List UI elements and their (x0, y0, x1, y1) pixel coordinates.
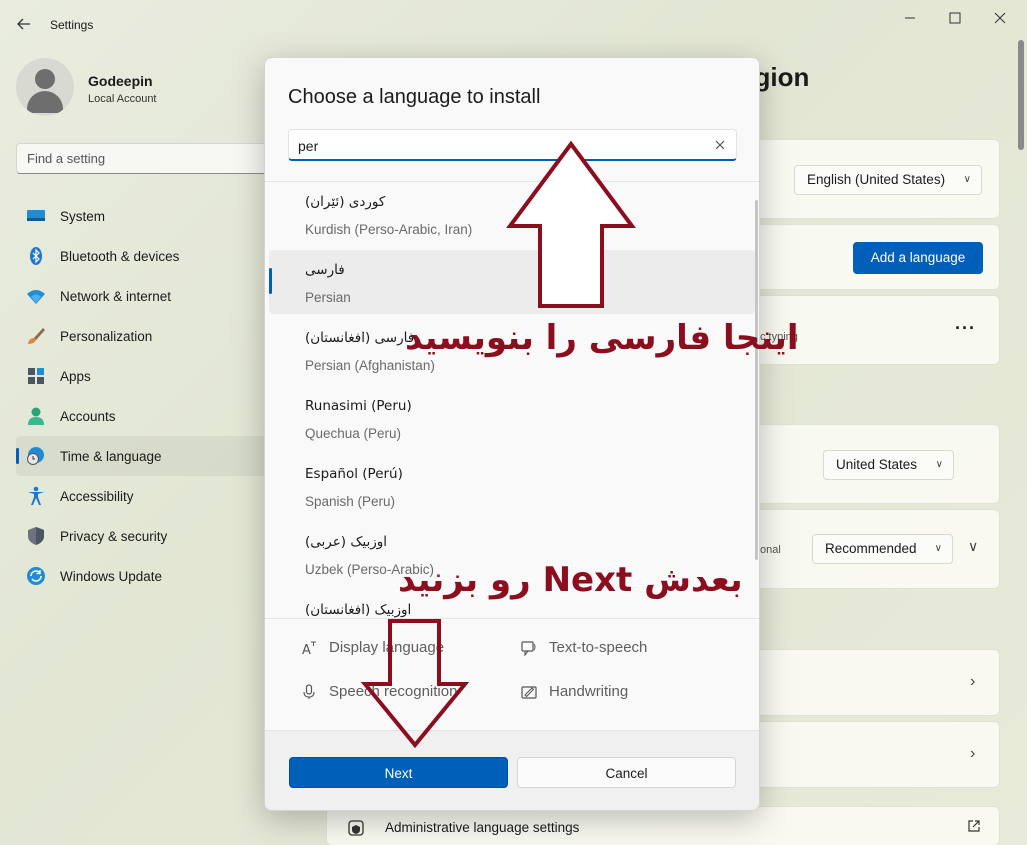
language-search-input[interactable] (298, 136, 678, 156)
chevron-right-icon: › (970, 745, 976, 762)
feature-text-to-speech: Text-to-speech (521, 639, 647, 656)
person-icon (28, 407, 44, 425)
profile-account-type: Local Account (88, 93, 157, 105)
expand-chevron-icon[interactable]: ∨ (968, 538, 978, 555)
feature-handwriting: Handwriting (521, 683, 628, 700)
profile-name: Godeepin (88, 73, 153, 89)
sidebar-item-system[interactable]: System (16, 196, 266, 236)
list-item[interactable]: Español (Perú) Spanish (Peru) (269, 454, 755, 518)
administrative-language-settings-row[interactable]: Administrative language settings (326, 806, 1000, 845)
user-profile[interactable]: Godeepin Local Account (16, 58, 256, 118)
chevron-down-icon: ∨ (934, 543, 942, 554)
divider (265, 618, 759, 619)
more-options-icon[interactable]: ··· (955, 318, 976, 339)
window-scrollbar[interactable] (1018, 40, 1024, 150)
sidebar-item-network[interactable]: Network & internet (16, 276, 266, 316)
globe-clock-icon (27, 447, 44, 465)
cancel-button[interactable]: Cancel (517, 757, 736, 788)
annotation-type-here: اینجا فارسی را بنویسید (405, 318, 799, 358)
accessibility-icon (28, 486, 44, 505)
format-text: onal (760, 544, 781, 556)
monitor-icon (27, 210, 45, 221)
update-icon (27, 567, 45, 585)
dialog-footer: Next Cancel (265, 730, 759, 810)
list-item[interactable]: کوردی (ئێران) Kurdish (Perso-Arabic, Ira… (269, 182, 755, 246)
annotation-click-next: بعدش Next رو بزنید (398, 560, 743, 600)
list-scrollbar[interactable] (755, 200, 758, 560)
sidebar-nav: System Bluetooth & devices Network & int… (16, 196, 266, 596)
title-bar: Settings (0, 0, 1027, 48)
chevron-down-icon: ∨ (935, 459, 943, 470)
bluetooth-icon (30, 247, 42, 265)
next-button[interactable]: Next (289, 757, 508, 788)
wifi-icon (27, 290, 45, 304)
minimize-icon[interactable] (900, 8, 920, 28)
sidebar-item-accounts[interactable]: Accounts (16, 396, 266, 436)
back-arrow-icon[interactable] (14, 14, 34, 34)
microphone-icon (303, 683, 315, 699)
shield-icon (28, 527, 44, 545)
sidebar-item-accessibility[interactable]: Accessibility (16, 476, 266, 516)
app-title: Settings (50, 18, 94, 32)
chevron-down-icon: ∨ (963, 174, 971, 185)
open-external-icon (968, 820, 980, 832)
feature-speech-recognition: Speech recognition (301, 683, 457, 700)
sidebar-item-bluetooth[interactable]: Bluetooth & devices (16, 236, 266, 276)
list-item[interactable]: Runasimi (Peru) Quechua (Peru) (269, 386, 755, 450)
avatar (16, 58, 74, 116)
svg-text:A: A (302, 643, 311, 656)
language-list[interactable]: کوردی (ئێران) Kurdish (Perso-Arabic, Ira… (265, 182, 759, 618)
language-search-box[interactable] (288, 129, 737, 161)
display-language-icon: A (302, 641, 316, 656)
find-setting-input[interactable]: Find a setting (16, 143, 276, 174)
maximize-icon[interactable] (945, 8, 965, 28)
sidebar-item-apps[interactable]: Apps (16, 356, 266, 396)
chevron-right-icon: › (970, 673, 976, 690)
sidebar-item-time-language[interactable]: Time & language (16, 436, 266, 476)
sidebar-item-windows-update[interactable]: Windows Update (16, 556, 266, 596)
handwriting-icon (521, 685, 537, 699)
close-icon[interactable] (990, 8, 1010, 28)
dialog-title: Choose a language to install (288, 86, 541, 108)
text-to-speech-icon (521, 640, 536, 656)
clear-search-icon[interactable] (713, 138, 727, 152)
region-dropdown[interactable]: United States ∨ (823, 450, 954, 480)
admin-shield-icon (348, 820, 364, 836)
brush-icon (28, 328, 45, 344)
list-item-selected[interactable]: فارسی Persian (269, 250, 755, 314)
regional-format-dropdown[interactable]: Recommended ∨ (812, 534, 953, 564)
display-language-dropdown[interactable]: English (United States) ∨ (794, 165, 982, 195)
choose-language-dialog: Choose a language to install کوردی (ئێرا… (264, 57, 760, 811)
sidebar-item-personalization[interactable]: Personalization (16, 316, 266, 356)
apps-icon (28, 368, 44, 384)
sidebar-item-privacy[interactable]: Privacy & security (16, 516, 266, 556)
feature-display-language: A Display language (302, 639, 445, 656)
add-language-button[interactable]: Add a language (853, 242, 983, 274)
